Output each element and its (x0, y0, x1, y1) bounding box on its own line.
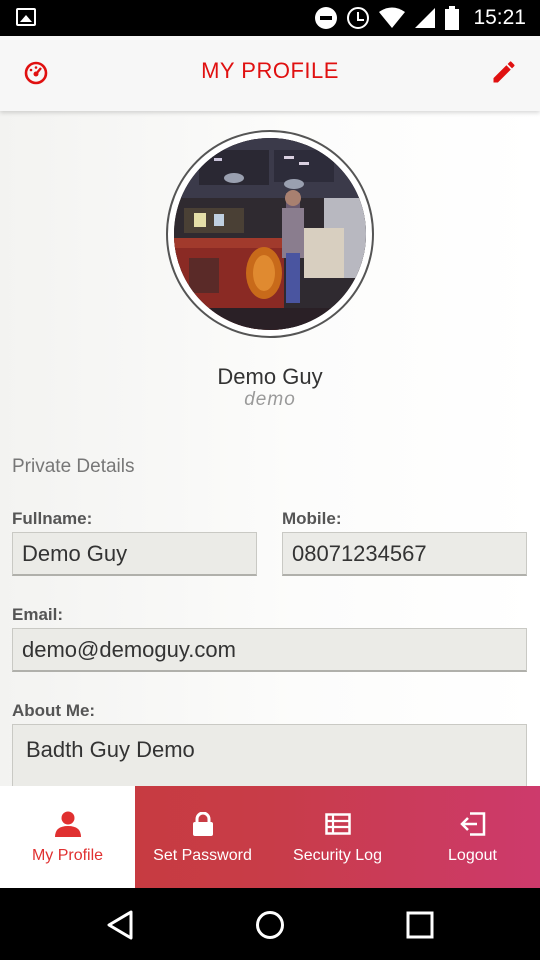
about-me-label: About Me: (12, 701, 96, 720)
signal-icon (415, 8, 436, 28)
profile-content[interactable]: Demo Guy demo Private Details Fullname: … (0, 111, 540, 786)
fullname-field[interactable]: Demo Guy (12, 532, 257, 576)
bottom-nav: My Profile Set Password Security Log Log… (0, 786, 540, 888)
logout-icon (459, 812, 485, 836)
back-icon[interactable] (106, 910, 134, 940)
email-field[interactable]: demo@demoguy.com (12, 628, 527, 672)
alarm-icon (347, 7, 370, 29)
nav-my-profile[interactable]: My Profile (0, 786, 135, 888)
clock: 15:21 (473, 6, 526, 29)
gallery-icon (16, 8, 36, 26)
nav-logout[interactable]: Logout (405, 786, 540, 888)
app-bar: MY PROFILE (0, 36, 540, 111)
page-title: MY PROFILE (201, 58, 339, 83)
nav-label-set-password: Set Password (153, 847, 252, 864)
status-bar: 15:21 (0, 0, 540, 36)
avatar[interactable] (174, 138, 366, 330)
nav-label-logout: Logout (448, 847, 497, 864)
nav-label-my-profile: My Profile (31, 847, 104, 864)
lock-icon (192, 812, 213, 836)
mobile-field[interactable]: 08071234567 (282, 532, 527, 576)
home-icon[interactable] (255, 910, 285, 940)
pencil-icon (493, 61, 515, 83)
battery-icon (445, 6, 460, 30)
email-label: Email: (12, 605, 64, 624)
profile-username: demo (244, 389, 296, 410)
about-me-field[interactable]: Badth Guy Demo (12, 724, 527, 786)
fullname-label: Fullname: (12, 509, 93, 528)
section-heading-private-details: Private Details (12, 456, 135, 477)
wifi-icon (379, 7, 406, 28)
mobile-label: Mobile: (282, 509, 342, 528)
system-nav-bar (0, 888, 540, 960)
do-not-disturb-icon (315, 7, 338, 29)
list-icon (324, 813, 351, 835)
nav-security-log[interactable]: Security Log (270, 786, 405, 888)
person-icon (54, 811, 81, 837)
recents-icon[interactable] (406, 911, 434, 939)
profile-name: Demo Guy (217, 364, 323, 389)
avatar-frame (166, 130, 374, 338)
profile-photo (174, 138, 366, 330)
nav-label-security-log: Security Log (293, 847, 382, 864)
edit-button[interactable] (490, 58, 518, 91)
status-icons: 15:21 (315, 6, 526, 30)
nav-set-password[interactable]: Set Password (135, 786, 270, 888)
